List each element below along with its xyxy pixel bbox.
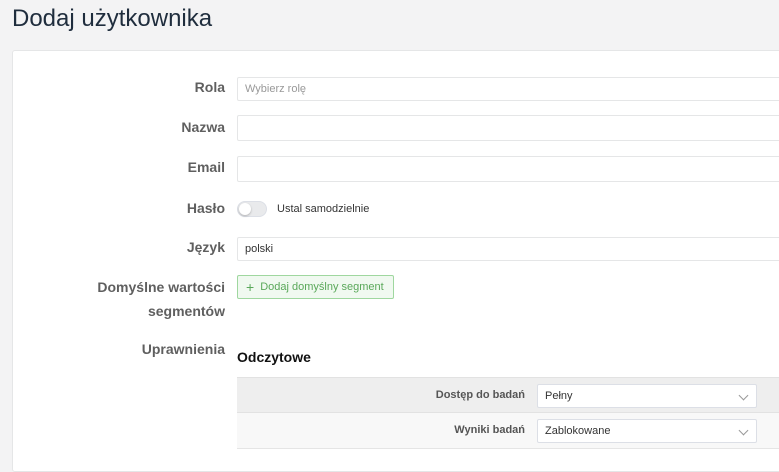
permission-row: Dostęp do badań Pełny (237, 377, 779, 413)
select-value: Pełny (545, 390, 573, 402)
toggle-knob (239, 203, 251, 215)
language-input[interactable] (237, 237, 779, 261)
plus-icon: + (246, 279, 255, 295)
password-self-set-toggle[interactable] (237, 201, 267, 217)
chevron-down-icon (738, 425, 749, 436)
default-segments-label-line1: Domyślne wartości (97, 279, 225, 295)
password-label: Hasło (186, 200, 225, 216)
role-select[interactable] (237, 77, 779, 101)
permission-research-results-select[interactable]: Zablokowane (537, 419, 757, 443)
permissions-label: Uprawnienia (141, 341, 225, 357)
add-default-segment-button[interactable]: + Dodaj domyślny segment (237, 275, 394, 299)
name-label: Nazwa (181, 119, 225, 135)
permission-row-label: Wyniki badań (454, 424, 525, 436)
page-title: Dodaj użytkownika (12, 5, 213, 32)
permission-row-label: Dostęp do badań (435, 389, 525, 401)
email-label: Email (187, 159, 225, 175)
email-input[interactable] (237, 156, 779, 182)
default-segments-label-line2: segmentów (147, 303, 225, 319)
chevron-down-icon (738, 390, 749, 401)
role-label: Rola (194, 79, 225, 95)
add-default-segment-label: Dodaj domyślny segment (260, 281, 384, 293)
permissions-section-title: Odczytowe (237, 349, 311, 365)
language-label: Język (186, 239, 225, 255)
password-toggle-label: Ustal samodzielnie (277, 203, 370, 215)
select-value: Zablokowane (545, 425, 611, 437)
name-input[interactable] (237, 115, 779, 141)
permission-row: Wyniki badań Zablokowane (237, 413, 779, 449)
permission-research-access-select[interactable]: Pełny (537, 384, 757, 408)
